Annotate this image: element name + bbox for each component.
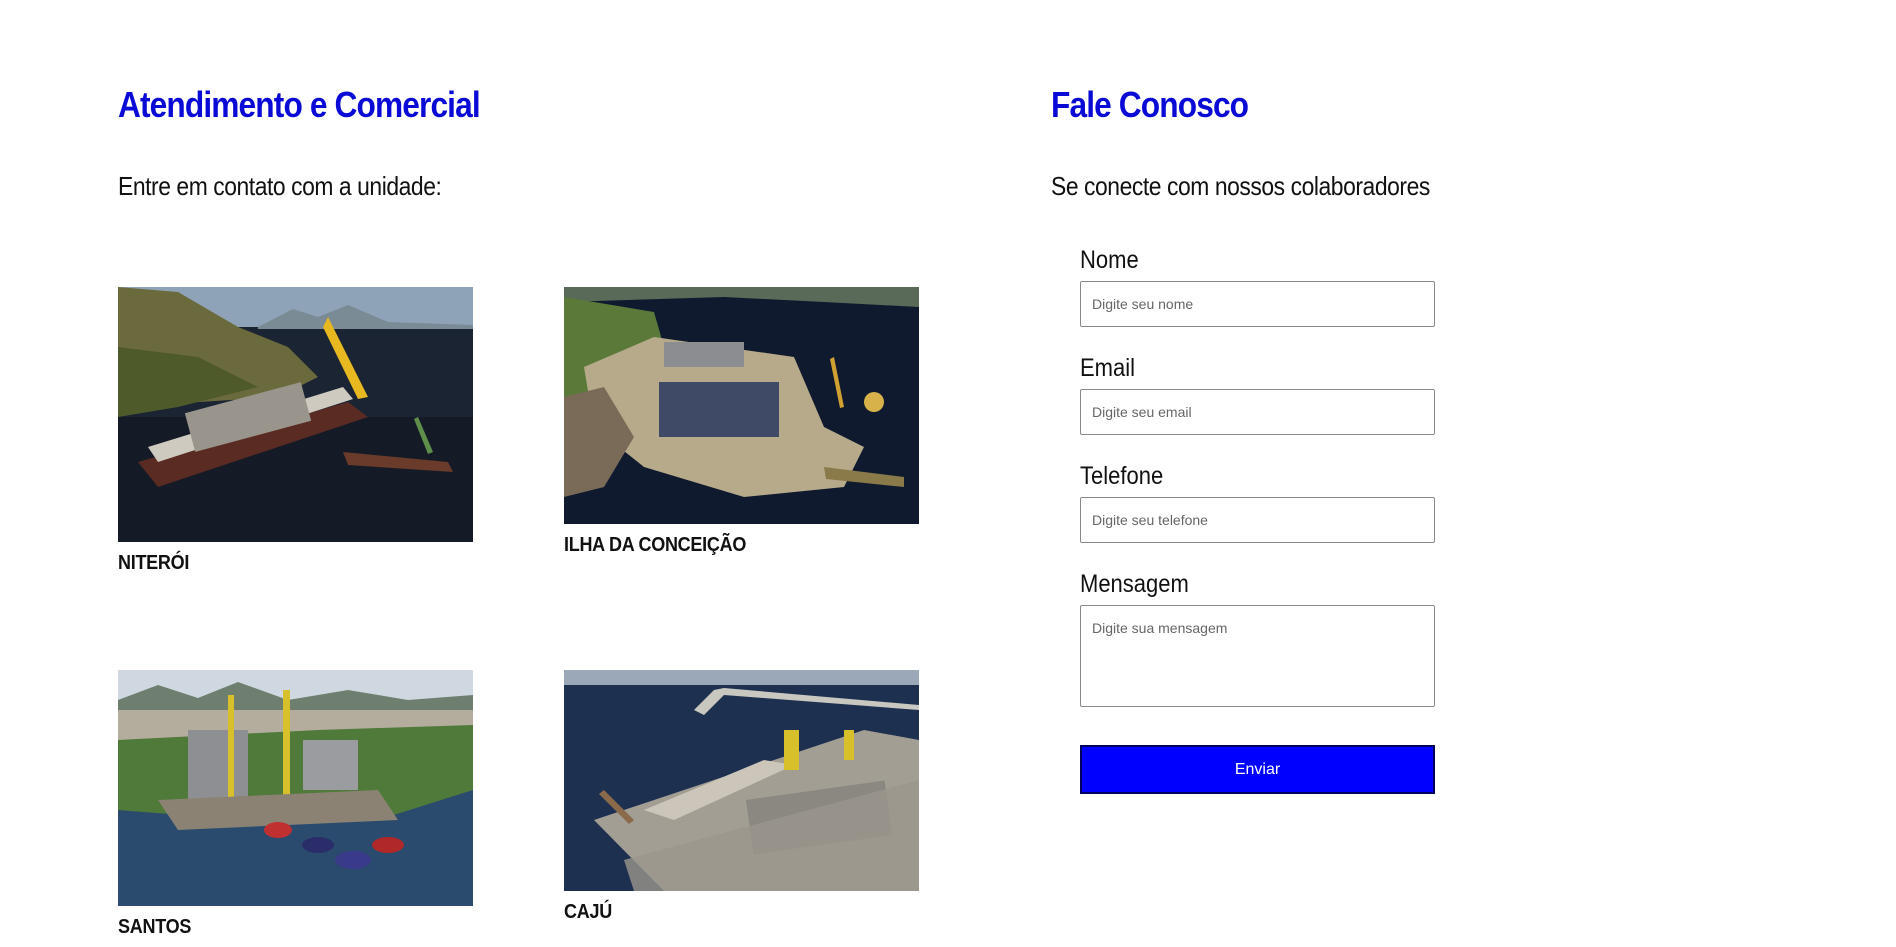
unit-card-ilha-da-conceicao[interactable]: ILHA DA CONCEIÇÃO [564,287,919,557]
caju-photo [564,670,919,891]
unit-name: SANTOS [118,916,192,938]
message-textarea[interactable] [1080,605,1435,707]
message-label: Mensagem [1080,570,1189,598]
name-label: Nome [1080,246,1139,274]
unit-card-niteroi[interactable]: NITERÓI [118,287,473,575]
contact-units-title: Atendimento e Comercial [118,84,481,125]
unit-card-santos[interactable]: SANTOS [118,670,473,939]
santos-photo [118,670,473,906]
phone-input[interactable] [1080,497,1435,543]
contact-form-subtitle: Se conecte com nossos colaboradores [1051,171,1430,201]
submit-button[interactable]: Enviar [1080,745,1435,794]
email-label: Email [1080,354,1136,382]
contact-form-title: Fale Conosco [1051,84,1249,125]
unit-name: NITERÓI [118,552,190,574]
email-input[interactable] [1080,389,1435,435]
phone-label: Telefone [1080,462,1164,490]
unit-name: CAJÚ [564,901,612,923]
ilha-da-conceicao-photo [564,287,919,524]
contact-units-subtitle: Entre em contato com a unidade: [118,171,442,201]
name-input[interactable] [1080,281,1435,327]
unit-name: ILHA DA CONCEIÇÃO [564,534,747,556]
contact-form: Nome Email Telefone Mensagem Enviar [1080,245,1435,794]
unit-card-caju[interactable]: CAJÚ [564,670,919,924]
niteroi-photo [118,287,473,542]
